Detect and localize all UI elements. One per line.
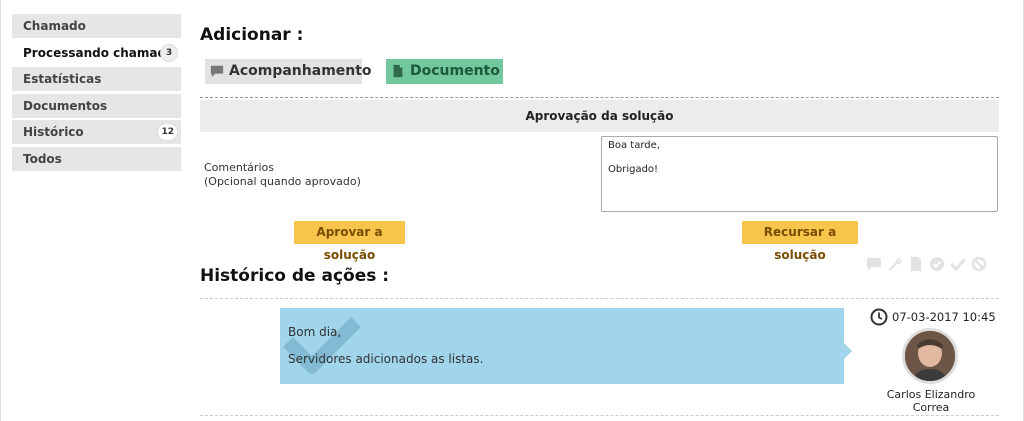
user-name: Carlos Elizandro Correa xyxy=(871,388,991,414)
avatar xyxy=(902,328,958,384)
sidebar-item-chamado[interactable]: Chamado xyxy=(12,14,181,38)
add-section-title: Adicionar : xyxy=(200,25,304,45)
history-divider-bottom xyxy=(200,415,999,416)
user-name-line: Correa xyxy=(912,401,950,414)
count-badge: 3 xyxy=(160,43,178,62)
section-divider xyxy=(200,97,999,98)
sidebar-item-historico[interactable]: Histórico 12 xyxy=(12,120,181,144)
sidebar-item-label: Chamado xyxy=(23,19,86,33)
user-photo xyxy=(905,331,955,381)
history-title: Histórico de ações : xyxy=(200,266,390,286)
sidebar-item-estatisticas[interactable]: Estatísticas xyxy=(12,67,181,91)
message-line: Servidores adicionados as listas. xyxy=(288,352,484,366)
comment-icon xyxy=(210,65,224,78)
sidebar-item-todos[interactable]: Todos xyxy=(12,146,181,171)
history-filters xyxy=(866,256,987,274)
approve-solution-button[interactable]: Aprovar a solução xyxy=(294,221,405,262)
add-document-label: Documento xyxy=(410,63,500,79)
sidebar-item-label: Histórico xyxy=(23,125,84,139)
shield-check-icon[interactable] xyxy=(929,256,945,272)
user-name-line: Carlos Elizandro xyxy=(886,388,976,401)
comment-label-title: Comentários xyxy=(204,161,274,174)
comment-label: Comentários (Opcional quando aprovado) xyxy=(204,161,361,189)
message-line: Bom dia, xyxy=(288,325,342,339)
history-divider-top xyxy=(200,298,999,299)
add-followup-button[interactable]: Acompanhamento xyxy=(205,59,372,84)
sidebar: Chamado Processando chamado 3 Estatístic… xyxy=(12,14,181,173)
sidebar-item-processando-chamado[interactable]: Processando chamado 3 xyxy=(12,40,181,65)
message-date: 07-03-2017 10:45 xyxy=(870,308,996,326)
main-content: Adicionar : Acompanhamento Documento Apr… xyxy=(200,0,999,421)
document-icon[interactable] xyxy=(908,256,924,272)
sidebar-item-label: Documentos xyxy=(23,98,108,113)
checkmark-icon[interactable] xyxy=(950,256,966,272)
clock-icon xyxy=(870,308,888,326)
comment-textarea[interactable]: Boa tarde, Obrigado! xyxy=(601,136,998,212)
sidebar-item-label: Processando chamado xyxy=(23,45,175,60)
approval-header: Aprovação da solução xyxy=(200,100,999,132)
refuse-solution-button[interactable]: Recursar a solução xyxy=(742,221,858,262)
sidebar-item-documentos[interactable]: Documentos xyxy=(12,93,181,118)
count-badge: 12 xyxy=(157,123,178,141)
forbidden-icon[interactable] xyxy=(971,256,987,272)
wrench-icon[interactable] xyxy=(887,256,903,272)
comment-label-hint: (Opcional quando aprovado) xyxy=(204,175,361,188)
date-text: 07-03-2017 10:45 xyxy=(892,310,996,324)
add-document-button[interactable]: Documento xyxy=(386,59,503,84)
add-followup-label: Acompanhamento xyxy=(229,63,372,79)
document-icon xyxy=(393,64,403,78)
history-message: Bom dia, Servidores adicionados as lista… xyxy=(280,308,852,384)
comment-icon[interactable] xyxy=(866,256,882,272)
sidebar-item-label: Estatísticas xyxy=(23,72,102,86)
sidebar-item-label: Todos xyxy=(23,151,62,166)
